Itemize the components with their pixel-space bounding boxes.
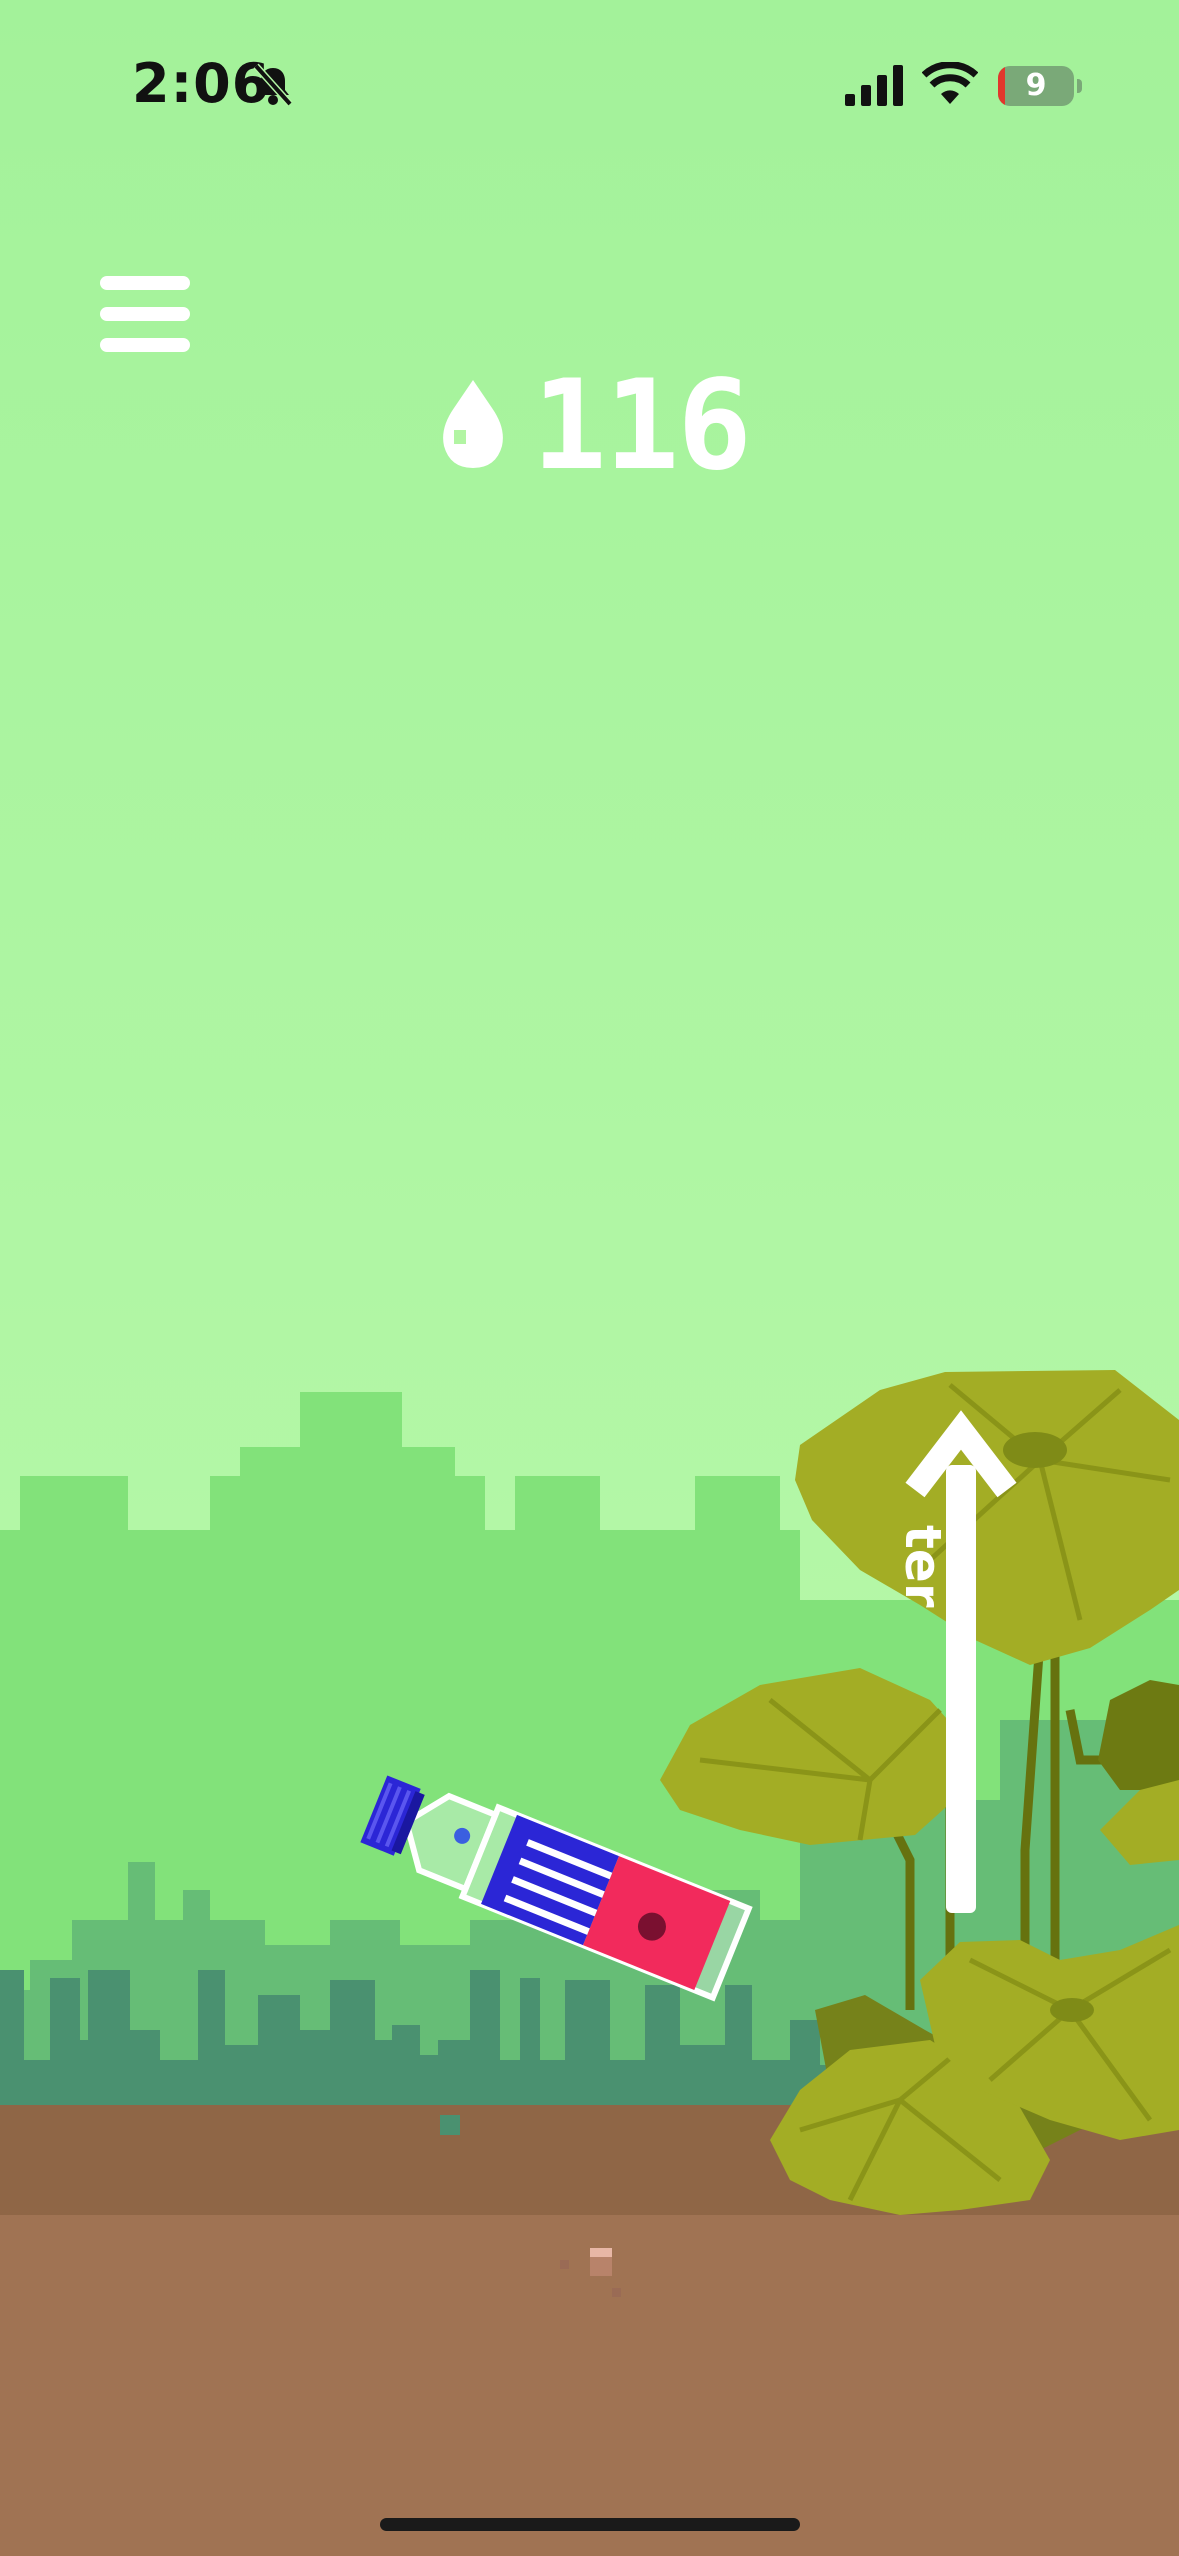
hamburger-menu-icon (100, 276, 190, 290)
battery-level: 9 (1025, 68, 1047, 103)
swipe-hint-text: ter (894, 1525, 952, 1608)
grass-pixel (440, 2115, 460, 2135)
home-indicator[interactable] (380, 2518, 800, 2531)
soil (0, 2215, 1179, 2556)
status-bar: 2:06 9 (0, 0, 1179, 160)
wifi-icon (922, 62, 978, 104)
leaf-top-spot (1003, 1432, 1067, 1468)
leaf-bottom-right-spot (1050, 1998, 1094, 2022)
pebble-small (612, 2288, 621, 2297)
pebble-top (590, 2248, 612, 2257)
battery-indicator: 9 (998, 66, 1082, 106)
bell-slash-icon (253, 63, 293, 107)
pebble-small (560, 2260, 569, 2269)
cellular-signal-icon (845, 65, 903, 106)
water-drop-icon (443, 380, 503, 468)
menu-button[interactable] (100, 276, 192, 356)
water-count: 116 (532, 354, 752, 498)
